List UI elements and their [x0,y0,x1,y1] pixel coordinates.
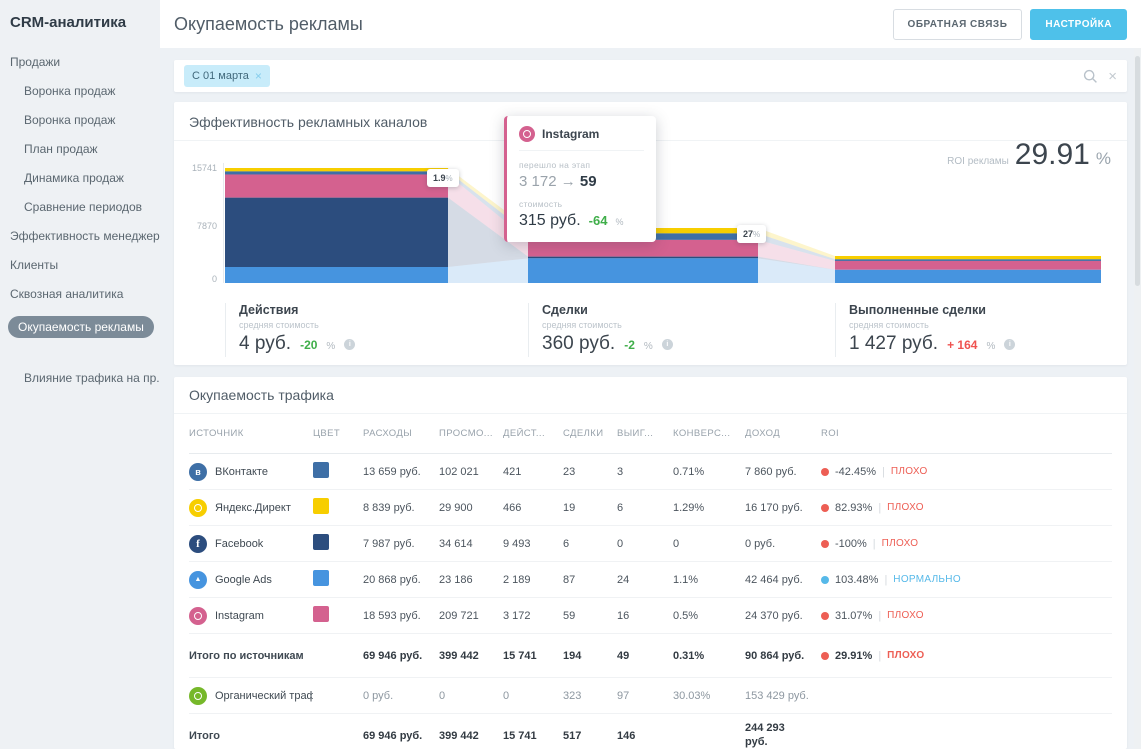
roi-status-label: ПЛОХО [891,466,928,477]
color-swatch [313,534,329,550]
color-swatch [313,462,329,478]
stage-actions: Действия средняя стоимость 4 руб. -20 % … [225,303,505,357]
table-row-google-ads[interactable]: Google Ads 20 868 руб. 23 186 2 189 87 2… [189,562,1112,598]
info-icon[interactable]: i [344,339,355,350]
chip-close-icon[interactable]: × [255,70,262,82]
vkontakte-icon [189,463,207,481]
chart-tooltip: Instagram перешло на этап 3 172 → 59 сто… [504,116,656,242]
table-header-row: ИСТОЧНИК ЦВЕТ РАСХОДЫ ПРОСМО... ДЕЙСТ...… [189,414,1112,454]
table-row-vkontakte[interactable]: ВКонтакте 13 659 руб. 102 021 421 23 3 0… [189,454,1112,490]
date-filter-chip[interactable]: С 01 марта × [184,65,270,87]
sidebar-item-traffic-influence[interactable]: Влияние трафика на пр... [10,371,160,385]
stage-summaries: Действия средняя стоимость 4 руб. -20 % … [189,299,1112,361]
google-ads-icon [189,571,207,589]
instagram-icon [189,607,207,625]
clear-filter-icon[interactable]: × [1108,68,1117,85]
sidebar-item-sales-funnel-2[interactable]: Воронка продаж [10,113,160,127]
roi-status-dot [821,468,829,476]
roi-status-label: ПЛОХО [882,538,919,549]
scrollbar-track [1134,48,1141,749]
sidebar-item-sales-funnel-1[interactable]: Воронка продаж [10,84,160,98]
stage-completed-deals: Выполненные сделки средняя стоимость 1 4… [835,303,1095,357]
sidebar-item-sales-plan[interactable]: План продаж [10,142,160,156]
tooltip-cost-label: стоимость [519,199,644,209]
main-panel: С 01 марта × × Эффективность рекламных к… [160,48,1141,749]
col-won[interactable]: ВЫИГ... [617,428,673,439]
facebook-icon [189,535,207,553]
traffic-payback-card: Окупаемость трафика ИСТОЧНИК ЦВЕТ РАСХОД… [174,377,1127,749]
table-card-title: Окупаемость трафика [174,387,1127,414]
roi-status-dot [821,612,829,620]
roi-status-label: ПЛОХО [887,650,924,661]
app-title: CRM-аналитика [10,14,160,31]
col-color[interactable]: ЦВЕТ [313,428,363,439]
y-axis-tick: 7870 [189,221,217,231]
roi-status-label: НОРМАЛЬНО [893,574,961,585]
sidebar-item-clients[interactable]: Клиенты [10,258,160,272]
info-icon[interactable]: i [662,339,673,350]
sidebar: CRM-аналитика Продажи Воронка продаж Вор… [0,0,160,749]
tooltip-cost: 315 руб. -64 % [519,212,644,230]
table-row-sources-total[interactable]: Итого по источникам 69 946 руб. 399 442 … [189,634,1112,678]
stage-deals: Сделки средняя стоимость 360 руб. -2 % i [528,303,818,357]
page-title: Окупаемость рекламы [174,14,363,35]
roi-status-label: ПЛОХО [887,502,924,513]
funnel-card: Эффективность рекламных каналов ROI рекл… [174,102,1127,365]
date-filter-label: С 01 марта [192,70,249,82]
table-row-instagram[interactable]: Instagram 18 593 руб. 209 721 3 172 59 1… [189,598,1112,634]
settings-button[interactable]: НАСТРОЙКА [1030,9,1127,40]
col-source[interactable]: ИСТОЧНИК [189,428,313,439]
yandex-direct-icon [189,499,207,517]
color-swatch [313,570,329,586]
color-swatch [313,498,329,514]
info-icon[interactable]: i [1004,339,1015,350]
sidebar-item-sales[interactable]: Продажи [10,55,160,69]
scrollbar-thumb[interactable] [1135,56,1140,286]
sidebar-item-ad-payback[interactable]: Окупаемость рекламы [8,316,154,338]
roi-status-label: ПЛОХО [887,610,924,621]
color-swatch [313,606,329,622]
roi-status-dot [821,576,829,584]
col-conversion[interactable]: КОНВЕРС... [673,428,745,439]
sidebar-item-end-to-end-analytics[interactable]: Сквозная аналитика [10,287,160,301]
table-row-yandex-direct[interactable]: Яндекс.Директ 8 839 руб. 29 900 466 19 6… [189,490,1112,526]
col-actions[interactable]: ДЕЙСТ... [503,428,563,439]
table-row-facebook[interactable]: Facebook 7 987 руб. 34 614 9 493 6 0 0 0… [189,526,1112,562]
conversion-badge-1: 1.9% [427,169,459,187]
arrow-right-icon: → [561,173,576,190]
conversion-badge-2: 27% [737,225,766,243]
tooltip-title: Instagram [542,127,599,141]
organic-traffic-icon [189,687,207,705]
y-axis-tick: 0 [189,274,217,284]
sidebar-item-manager-efficiency[interactable]: Эффективность менеджер... [10,229,160,243]
col-income[interactable]: ДОХОД [745,428,821,439]
col-views[interactable]: ПРОСМО... [439,428,503,439]
content-area: Окупаемость рекламы ОБРАТНАЯ СВЯЗЬ НАСТР… [160,0,1141,749]
col-roi[interactable]: ROI [821,428,1112,439]
feedback-button[interactable]: ОБРАТНАЯ СВЯЗЬ [893,9,1023,40]
roi-status-dot [821,540,829,548]
col-expenses[interactable]: РАСХОДЫ [363,428,439,439]
instagram-icon [519,126,535,142]
tooltip-stage-label: перешло на этап [519,160,644,170]
funnel-svg[interactable] [223,161,1103,291]
page-header: Окупаемость рекламы ОБРАТНАЯ СВЯЗЬ НАСТР… [160,0,1141,48]
tooltip-flow: 3 172 → 59 [519,173,644,190]
table-row-organic-traffic[interactable]: Органический трафик 0 руб. 0 0 323 97 30… [189,678,1112,714]
filter-bar: С 01 марта × × [174,60,1127,92]
y-axis-tick: 15741 [189,163,217,173]
col-deals[interactable]: СДЕЛКИ [563,428,617,439]
sidebar-item-sales-dynamics[interactable]: Динамика продаж [10,171,160,185]
roi-status-dot [821,504,829,512]
table-row-grand-total[interactable]: Итого 69 946 руб. 399 442 15 741 517 146… [189,714,1112,749]
roi-status-dot [821,652,829,660]
sidebar-item-period-comparison[interactable]: Сравнение периодов [10,200,160,214]
search-icon[interactable] [1083,69,1098,84]
